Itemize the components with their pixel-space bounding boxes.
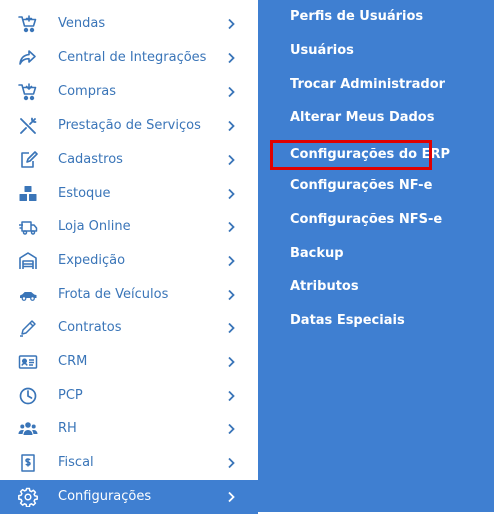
chevron-right-icon bbox=[225, 390, 237, 402]
delivery-truck-icon bbox=[18, 217, 38, 237]
tools-icon bbox=[18, 116, 38, 136]
car-icon bbox=[18, 285, 38, 305]
cart-icon bbox=[18, 14, 38, 34]
menu-item-label: Cadastros bbox=[58, 152, 123, 167]
menu-item-prestacao-de-servicos[interactable]: Prestação de Serviços bbox=[0, 109, 258, 143]
menu-item-label: Contratos bbox=[58, 320, 122, 335]
menu-item-label: Frota de Veículos bbox=[58, 287, 169, 302]
submenu-item-backup[interactable]: Backup bbox=[290, 244, 344, 264]
id-card-icon bbox=[18, 352, 38, 372]
submenu-item-configuracoes-nf-e[interactable]: Configurações NF-e bbox=[290, 176, 432, 196]
submenu-item-configuracoes-nfs-e[interactable]: Configurações NFS-e bbox=[290, 210, 442, 230]
submenu-item-alterar-meus-dados[interactable]: Alterar Meus Dados bbox=[290, 108, 434, 128]
submenu-item-atributos[interactable]: Atributos bbox=[290, 277, 359, 297]
people-icon bbox=[18, 419, 38, 439]
menu-item-label: Central de Integrações bbox=[58, 50, 207, 65]
boxes-icon bbox=[18, 184, 38, 204]
menu-item-rh[interactable]: RH bbox=[0, 412, 258, 446]
menu-item-label: PCP bbox=[58, 388, 83, 403]
chevron-right-icon bbox=[225, 255, 237, 267]
menu-item-cadastros[interactable]: Cadastros bbox=[0, 143, 258, 177]
receipt-icon bbox=[18, 453, 38, 473]
menu-item-label: Configurações bbox=[58, 489, 152, 504]
menu-item-label: Estoque bbox=[58, 186, 111, 201]
chevron-right-icon bbox=[225, 221, 237, 233]
chevron-right-icon bbox=[225, 86, 237, 98]
highlight-box bbox=[270, 140, 432, 170]
submenu-item-datas-especiais[interactable]: Datas Especiais bbox=[290, 311, 405, 331]
chevron-right-icon bbox=[225, 52, 237, 64]
menu-item-pcp[interactable]: PCP bbox=[0, 379, 258, 413]
chevron-right-icon bbox=[225, 120, 237, 132]
menu-item-label: Vendas bbox=[58, 16, 106, 31]
menu-item-configuracoes[interactable]: Configurações bbox=[0, 480, 258, 514]
main-menu: Vendas Central de Integrações Compras Pr… bbox=[0, 0, 258, 514]
chevron-right-icon bbox=[225, 423, 237, 435]
menu-item-contratos[interactable]: Contratos bbox=[0, 311, 258, 345]
chevron-right-icon bbox=[225, 289, 237, 301]
menu-item-expedicao[interactable]: Expedição bbox=[0, 244, 258, 278]
chevron-right-icon bbox=[225, 356, 237, 368]
menu-item-compras[interactable]: Compras bbox=[0, 75, 258, 109]
menu-item-label: Prestação de Serviços bbox=[58, 118, 201, 133]
submenu-item-trocar-administrador[interactable]: Trocar Administrador bbox=[290, 75, 445, 95]
menu-item-label: Fiscal bbox=[58, 455, 94, 470]
clock-icon bbox=[18, 386, 38, 406]
menu-item-label: CRM bbox=[58, 354, 88, 369]
menu-item-label: Expedição bbox=[58, 253, 126, 268]
chevron-right-icon bbox=[225, 491, 237, 503]
chevron-right-icon bbox=[225, 188, 237, 200]
edit-document-icon bbox=[18, 150, 38, 170]
cart-icon bbox=[18, 82, 38, 102]
chevron-right-icon bbox=[225, 457, 237, 469]
share-arrow-icon bbox=[18, 48, 38, 68]
app-window: Vendas Central de Integrações Compras Pr… bbox=[0, 0, 494, 514]
menu-item-vendas[interactable]: Vendas bbox=[0, 7, 258, 41]
menu-item-frota-de-veiculos[interactable]: Frota de Veículos bbox=[0, 278, 258, 312]
menu-item-label: Compras bbox=[58, 84, 117, 99]
menu-item-fiscal[interactable]: Fiscal bbox=[0, 446, 258, 480]
chevron-right-icon bbox=[225, 322, 237, 334]
menu-item-label: Loja Online bbox=[58, 219, 131, 234]
configuracoes-submenu: Perfis de Usuários Usuários Trocar Admin… bbox=[258, 0, 494, 512]
menu-item-loja-online[interactable]: Loja Online bbox=[0, 210, 258, 244]
menu-item-estoque[interactable]: Estoque bbox=[0, 177, 258, 211]
menu-item-crm[interactable]: CRM bbox=[0, 345, 258, 379]
submenu-item-usuarios[interactable]: Usuários bbox=[290, 41, 354, 61]
warehouse-icon bbox=[18, 251, 38, 271]
pencil-icon bbox=[18, 318, 38, 338]
menu-item-central-de-integracoes[interactable]: Central de Integrações bbox=[0, 41, 258, 75]
chevron-right-icon bbox=[225, 154, 237, 166]
menu-item-label: RH bbox=[58, 421, 77, 436]
gear-icon bbox=[18, 487, 38, 507]
submenu-item-perfis-de-usuarios[interactable]: Perfis de Usuários bbox=[290, 7, 423, 27]
chevron-right-icon bbox=[225, 18, 237, 30]
